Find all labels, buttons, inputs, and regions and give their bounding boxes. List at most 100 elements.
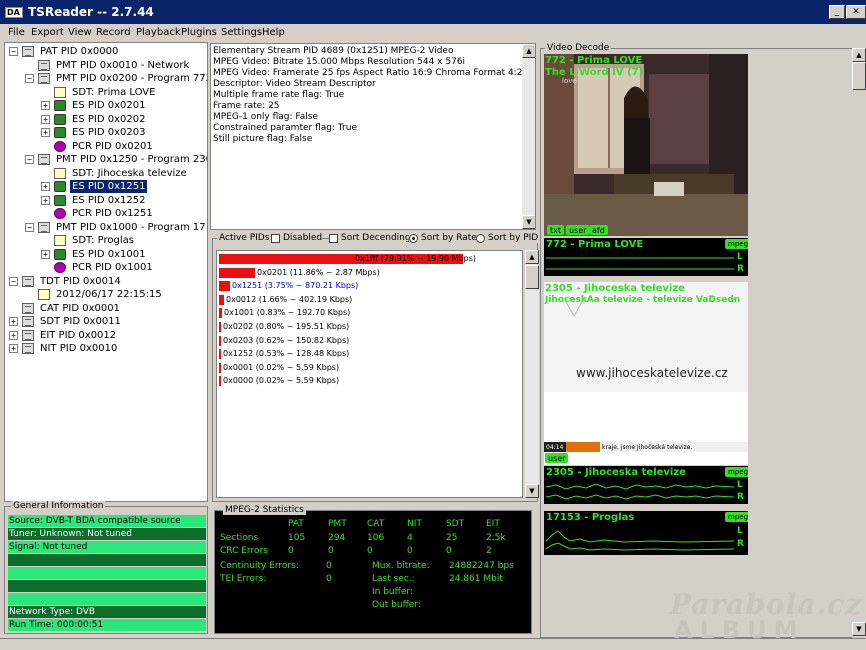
tree-node-label: SDT: Jihoceska televize	[72, 167, 187, 179]
scroll-up-icon[interactable]: ▲	[852, 48, 866, 62]
collapse-icon[interactable]: −	[9, 276, 18, 286]
tree-node-label: PMT PID 0x1000 - Program 17153	[56, 221, 208, 233]
tree-node-label: ES PID 0x0201	[72, 100, 146, 111]
scroll-up-icon[interactable]: ▲	[525, 250, 539, 264]
tree-node-label: ES PID 0x1252	[72, 194, 146, 206]
proglas-audio-name: 17153 - Proglas	[546, 512, 635, 523]
scroll-down-icon[interactable]: ▼	[852, 622, 866, 636]
scroll-thumb[interactable]	[852, 62, 866, 90]
tree-node-label: SDT: Proglas	[72, 235, 134, 246]
pid-row[interactable]: 0x1251 (3.75% ~ 870.21 Kbps)	[217, 280, 522, 292]
mpeg2-statistics-panel: MPEG-2 Statistics PAT PMT CAT NIT SDT EI…	[214, 505, 532, 634]
pid-tree[interactable]: − PAT PID 0x0000 PMT PID 0x0010 - Network −…	[4, 42, 208, 502]
stream-info-scrollbar[interactable]: ▲ ▼	[522, 44, 535, 229]
expand-icon[interactable]: +	[41, 182, 50, 191]
table-icon	[22, 316, 34, 327]
service-icon	[54, 167, 66, 179]
stream-info-line: Multiple frame rate flag: True	[213, 90, 345, 100]
active-pids-list[interactable]: 0x1fff (79.91% ~ 19.90 Mbps) 0x0201 (11.8…	[216, 250, 523, 498]
scroll-up-icon[interactable]: ▲	[522, 44, 535, 58]
pid-rate-bar	[219, 362, 221, 373]
menu-export[interactable]: Export	[31, 27, 64, 38]
left-channel-label: L	[737, 480, 743, 490]
sort-by-pid-radio[interactable]: Sort by PID	[476, 233, 539, 243]
pid-row[interactable]: 0x0001 (0.02% ~ 5.59 Kbps)	[217, 362, 522, 374]
video-decode-scrollbar[interactable]: ▲ ▼	[852, 48, 866, 638]
general-information-panel: General Information Source: DVB-T BDA co…	[4, 501, 208, 634]
expand-icon[interactable]: +	[41, 114, 50, 124]
menu-help[interactable]: Help	[262, 27, 285, 38]
stat-header-pmt: PMT	[328, 519, 347, 529]
close-icon[interactable]: ✕	[846, 5, 866, 19]
tree-node-label: NIT PID 0x0010	[40, 343, 118, 354]
pid-rate-text: 0x0203 (0.62% ~ 150.82 Kbps)	[223, 335, 350, 345]
disabled-checkbox[interactable]: Disabled	[271, 233, 323, 243]
table-icon	[22, 46, 34, 57]
stat-header-eit: EIT	[486, 519, 500, 529]
stream-icon	[54, 113, 66, 125]
mpeg-badge: mpeg	[725, 239, 748, 249]
date-icon	[38, 289, 50, 300]
sort-by-rate-radio[interactable]: Sort by Rate	[409, 233, 477, 243]
collapse-icon[interactable]: −	[25, 222, 34, 232]
stream-icon	[54, 181, 66, 192]
general-info-row: Tuner: Unknown: Not tuned	[8, 528, 206, 540]
stream-info-text[interactable]: Elementary Stream PID 4689 (0x1251) MPEG…	[210, 43, 536, 230]
left-channel-label: L	[737, 252, 743, 262]
pid-row[interactable]: 0x1fff (79.91% ~ 19.90 Mbps)	[217, 253, 522, 265]
tree-node-label: CAT PID 0x0001	[40, 302, 120, 314]
menu-settings[interactable]: Settings	[221, 27, 262, 38]
pid-row[interactable]: 0x1252 (0.53% ~ 128.48 Kbps)	[217, 348, 522, 360]
menu-plugins[interactable]: Plugins	[181, 27, 217, 38]
stream-info-line: Elementary Stream PID 4689 (0x1251) MPEG…	[213, 46, 454, 56]
pid-row[interactable]: 0x0000 (0.02% ~ 5.59 Kbps)	[217, 375, 522, 387]
last-sec-value: 24.861 Mbit	[449, 574, 503, 584]
sections-sdt: 25	[446, 533, 458, 543]
active-pids-caption: Active PIDs	[217, 233, 272, 243]
tree-node-label: 2012/06/17 22:15:15	[56, 289, 162, 300]
collapse-icon[interactable]: −	[9, 47, 18, 56]
tree-node-label: PAT PID 0x0000	[40, 46, 119, 57]
minimize-button[interactable]: _	[829, 5, 845, 19]
expand-icon[interactable]: +	[9, 344, 18, 353]
expand-icon[interactable]: +	[41, 249, 50, 259]
mpeg-badge: mpeg	[725, 467, 748, 477]
collapse-icon[interactable]: −	[25, 74, 34, 83]
expand-icon[interactable]: +	[41, 195, 50, 205]
pid-rate-text: 0x1fff (79.91% ~ 19.90 Mbps)	[355, 254, 476, 263]
crc-sdt: 0	[446, 546, 452, 556]
collapse-icon[interactable]: −	[25, 155, 34, 164]
scroll-down-icon[interactable]: ▼	[522, 215, 535, 229]
scroll-down-icon[interactable]: ▼	[525, 484, 539, 498]
sections-label: Sections	[220, 533, 259, 543]
video-preview-jihoceska[interactable]: 2305 - Jihoceska televize JihoceskAa tel…	[544, 282, 748, 465]
menu-file[interactable]: File	[8, 27, 25, 38]
title-bar[interactable]: DA TSReader -- 2.7.44 _ ✕	[0, 0, 866, 24]
pid-rate-text: 0x0201 (11.86% ~ 2.87 Mbps)	[257, 267, 380, 277]
expand-icon[interactable]: +	[9, 317, 18, 326]
active-pids-scrollbar[interactable]: ▲ ▼	[525, 250, 539, 498]
pid-row[interactable]: 0x0202 (0.80% ~ 195.51 Kbps)	[217, 321, 522, 333]
pid-row[interactable]: 0x1001 (0.83% ~ 192.70 Kbps)	[217, 307, 522, 319]
pid-row[interactable]: 0x0201 (11.86% ~ 2.87 Mbps)	[217, 267, 522, 279]
expand-icon[interactable]: +	[41, 101, 50, 110]
sort-descending-checkbox[interactable]: Sort Decending	[329, 233, 411, 243]
active-pids-panel: Active PIDs Disabled Sort Decending Sort…	[212, 233, 539, 502]
scroll-thumb[interactable]	[525, 265, 539, 289]
menu-playback[interactable]: Playback	[136, 27, 181, 38]
menu-record[interactable]: Record	[96, 27, 131, 38]
service-icon	[54, 235, 66, 246]
menu-view[interactable]: View	[68, 27, 92, 38]
user-badge: user	[566, 225, 590, 235]
user-badge: user	[545, 453, 569, 463]
pid-row[interactable]: 0x0203 (0.62% ~ 150.82 Kbps)	[217, 335, 522, 347]
expand-icon[interactable]: +	[9, 330, 18, 340]
last-sec-label: Last sec.:	[372, 574, 415, 584]
pid-row[interactable]: 0x0012 (1.66% ~ 402.19 Kbps)	[217, 294, 522, 306]
app-icon[interactable]: DA	[5, 7, 23, 18]
expand-icon[interactable]: +	[41, 128, 50, 137]
right-channel-label: R	[737, 264, 744, 274]
video-preview-prima-love[interactable]: 772 - Prima LOVE The L Word IV (7) love …	[544, 54, 748, 236]
general-information-caption: General Information	[11, 501, 106, 511]
clock-icon	[54, 140, 66, 152]
